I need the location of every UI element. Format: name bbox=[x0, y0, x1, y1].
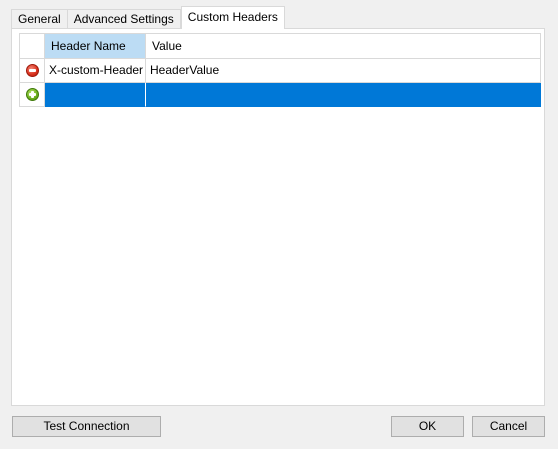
tab-panel-custom-headers: Header Name Value X-custom-Header Header… bbox=[11, 28, 545, 406]
add-icon[interactable] bbox=[25, 88, 39, 101]
grid-header-row: Header Name Value bbox=[20, 34, 541, 59]
tab-general[interactable]: General bbox=[11, 9, 68, 29]
column-header-value[interactable]: Value bbox=[146, 34, 541, 59]
row-header-corner bbox=[20, 34, 45, 59]
column-header-name[interactable]: Header Name bbox=[45, 34, 146, 59]
new-header-name-cell[interactable] bbox=[45, 83, 146, 107]
row-action-cell bbox=[20, 59, 45, 83]
header-value-cell[interactable]: HeaderValue bbox=[146, 59, 541, 83]
test-connection-button[interactable]: Test Connection bbox=[12, 416, 161, 437]
tab-advanced-settings[interactable]: Advanced Settings bbox=[66, 9, 181, 29]
remove-icon[interactable] bbox=[25, 64, 39, 77]
tab-custom-headers[interactable]: Custom Headers bbox=[180, 6, 285, 29]
headers-grid: Header Name Value X-custom-Header Header… bbox=[19, 33, 541, 107]
tab-strip: General Advanced Settings Custom Headers bbox=[11, 6, 285, 29]
cancel-button[interactable]: Cancel bbox=[472, 416, 545, 437]
new-row[interactable] bbox=[20, 83, 541, 107]
row-action-cell bbox=[20, 83, 45, 107]
header-name-cell[interactable]: X-custom-Header bbox=[45, 59, 146, 83]
new-header-value-cell[interactable] bbox=[146, 83, 541, 107]
table-row[interactable]: X-custom-Header HeaderValue bbox=[20, 59, 541, 83]
ok-button[interactable]: OK bbox=[391, 416, 464, 437]
